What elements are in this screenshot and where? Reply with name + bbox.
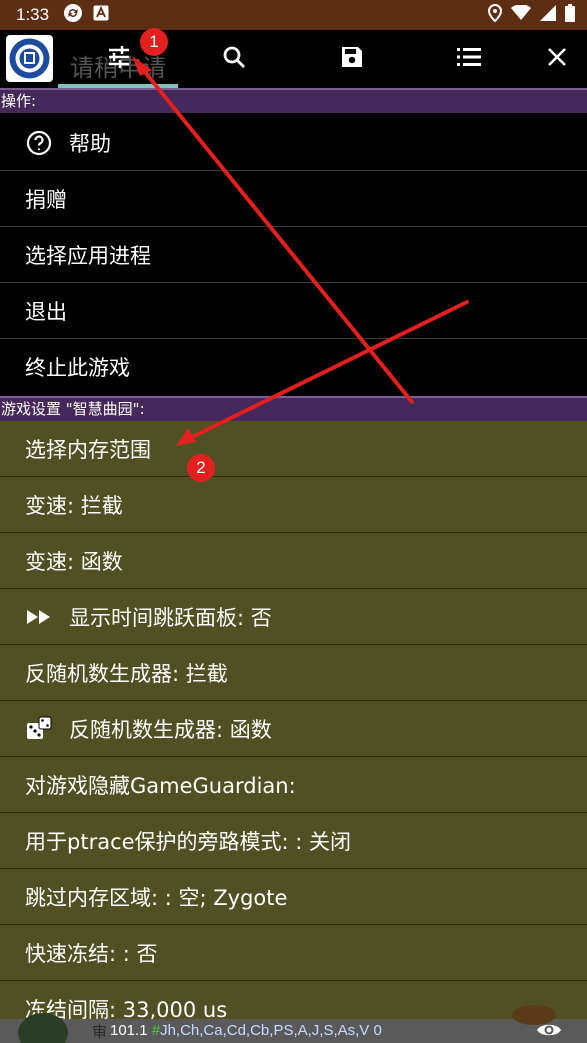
annotation-arrows (132, 56, 469, 446)
annotation-arrow-2 (184, 300, 469, 442)
annotation-badge-2: 2 (187, 454, 215, 482)
arrowhead-1 (132, 56, 152, 76)
annotation-arrow-1 (138, 64, 414, 404)
annotation-badge-1: 1 (140, 28, 168, 56)
arrowhead-2 (176, 428, 196, 446)
